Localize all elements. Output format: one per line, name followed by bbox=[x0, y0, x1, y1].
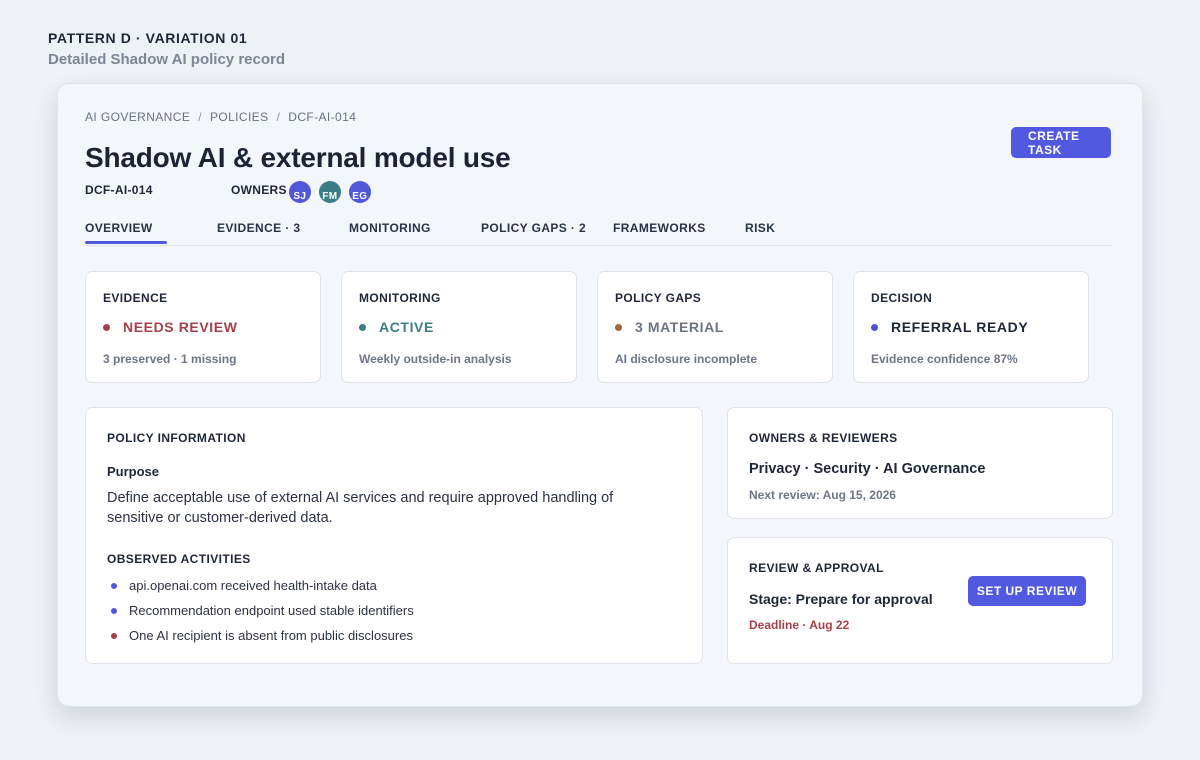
activity-text: api.openai.com received health-intake da… bbox=[129, 578, 377, 593]
stat-label: MONITORING bbox=[359, 291, 441, 305]
tab-monitoring[interactable]: MONITORING bbox=[349, 221, 431, 246]
tab-risk[interactable]: RISK bbox=[745, 221, 775, 246]
status-dot-icon bbox=[871, 323, 878, 331]
bullet-dot-icon bbox=[111, 607, 117, 614]
stat-value: 3 MATERIAL bbox=[615, 319, 724, 335]
stat-note: AI disclosure incomplete bbox=[615, 352, 758, 366]
pattern-label: PATTERN D · VARIATION 01 bbox=[48, 30, 248, 46]
tab-policy-gaps[interactable]: POLICY GAPS · 2 bbox=[481, 221, 586, 246]
page-title: Shadow AI & external model use bbox=[85, 142, 511, 173]
stat-card-decision: DECISION REFERRAL READY Evidence confide… bbox=[853, 271, 1089, 383]
breadcrumb-policies[interactable]: POLICIES bbox=[210, 110, 269, 124]
stat-note: Weekly outside-in analysis bbox=[359, 352, 512, 366]
review-deadline: Deadline · Aug 22 bbox=[749, 618, 850, 632]
stat-value: REFERRAL READY bbox=[871, 319, 1028, 335]
stat-value: ACTIVE bbox=[359, 319, 434, 335]
review-approval-panel: REVIEW & APPROVAL Stage: Prepare for app… bbox=[727, 537, 1113, 664]
owners-reviewers-panel: OWNERS & REVIEWERS Privacy · Security · … bbox=[727, 407, 1113, 519]
breadcrumb-separator: / bbox=[276, 110, 281, 124]
next-review-date: Next review: Aug 15, 2026 bbox=[749, 488, 896, 502]
policy-information-panel: POLICY INFORMATION Purpose Define accept… bbox=[85, 407, 703, 664]
stat-label: EVIDENCE bbox=[103, 291, 168, 305]
panel-heading: POLICY INFORMATION bbox=[107, 431, 246, 445]
status-dot-icon bbox=[359, 323, 366, 331]
stat-note: 3 preserved · 1 missing bbox=[103, 352, 237, 366]
stat-value-text: REFERRAL READY bbox=[891, 319, 1029, 335]
pattern-subtitle: Detailed Shadow AI policy record bbox=[48, 51, 285, 68]
review-stage: Stage: Prepare for approval bbox=[749, 591, 933, 607]
bullet-dot-icon bbox=[111, 632, 117, 639]
purpose-label: Purpose bbox=[107, 464, 160, 479]
stat-value-text: 3 MATERIAL bbox=[635, 319, 724, 335]
bullet-dot-icon bbox=[111, 582, 117, 589]
avatar-eg[interactable]: EG bbox=[348, 181, 371, 203]
panel-heading: REVIEW & APPROVAL bbox=[749, 561, 884, 575]
list-item: api.openai.com received health-intake da… bbox=[111, 578, 377, 593]
stat-note: Evidence confidence 87% bbox=[871, 352, 1018, 366]
breadcrumb-current: DCF-AI-014 bbox=[288, 110, 357, 124]
owners-value: Privacy · Security · AI Governance bbox=[749, 461, 986, 477]
tab-frameworks[interactable]: FRAMEWORKS bbox=[613, 221, 706, 246]
owners-label: OWNERS bbox=[231, 183, 287, 197]
create-task-button[interactable]: CREATE TASK bbox=[1011, 127, 1111, 158]
activity-text: One AI recipient is absent from public d… bbox=[129, 628, 413, 643]
stat-card-policy-gaps: POLICY GAPS 3 MATERIAL AI disclosure inc… bbox=[597, 271, 833, 383]
policy-id: DCF-AI-014 bbox=[85, 183, 153, 197]
policy-record-card: AI GOVERNANCE / POLICIES / DCF-AI-014 Sh… bbox=[57, 83, 1143, 707]
set-up-review-button[interactable]: SET UP REVIEW bbox=[968, 576, 1086, 606]
stat-label: POLICY GAPS bbox=[615, 291, 702, 305]
list-item: One AI recipient is absent from public d… bbox=[111, 628, 413, 643]
tab-bar: OVERVIEW EVIDENCE · 3 MONITORING POLICY … bbox=[85, 221, 1113, 246]
stat-value-text: ACTIVE bbox=[379, 319, 434, 335]
stat-card-evidence: EVIDENCE NEEDS REVIEW 3 preserved · 1 mi… bbox=[85, 271, 321, 383]
stat-card-monitoring: MONITORING ACTIVE Weekly outside-in anal… bbox=[341, 271, 577, 383]
list-item: Recommendation endpoint used stable iden… bbox=[111, 603, 414, 618]
breadcrumb-ai-governance[interactable]: AI GOVERNANCE bbox=[85, 110, 190, 124]
avatar-fm[interactable]: FM bbox=[318, 181, 341, 203]
panel-heading: OWNERS & REVIEWERS bbox=[749, 431, 898, 445]
tab-evidence[interactable]: EVIDENCE · 3 bbox=[217, 221, 301, 246]
avatar-sj[interactable]: SJ bbox=[288, 181, 311, 203]
stat-value: NEEDS REVIEW bbox=[103, 319, 238, 335]
page-header: PATTERN D · VARIATION 01 Detailed Shadow… bbox=[48, 30, 285, 68]
policy-meta: DCF-AI-014 OWNERS SJ FM EG bbox=[85, 179, 379, 203]
stat-value-text: NEEDS REVIEW bbox=[123, 319, 238, 335]
stat-label: DECISION bbox=[871, 291, 933, 305]
observed-activities-heading: OBSERVED ACTIVITIES bbox=[107, 552, 251, 566]
breadcrumb-separator: / bbox=[198, 110, 202, 124]
purpose-text: Define acceptable use of external AI ser… bbox=[107, 490, 614, 526]
breadcrumb: AI GOVERNANCE / POLICIES / DCF-AI-014 bbox=[85, 110, 356, 124]
activity-text: Recommendation endpoint used stable iden… bbox=[129, 603, 414, 618]
status-dot-icon bbox=[615, 323, 622, 331]
status-dot-icon bbox=[103, 323, 110, 331]
tab-overview[interactable]: OVERVIEW bbox=[85, 221, 167, 246]
